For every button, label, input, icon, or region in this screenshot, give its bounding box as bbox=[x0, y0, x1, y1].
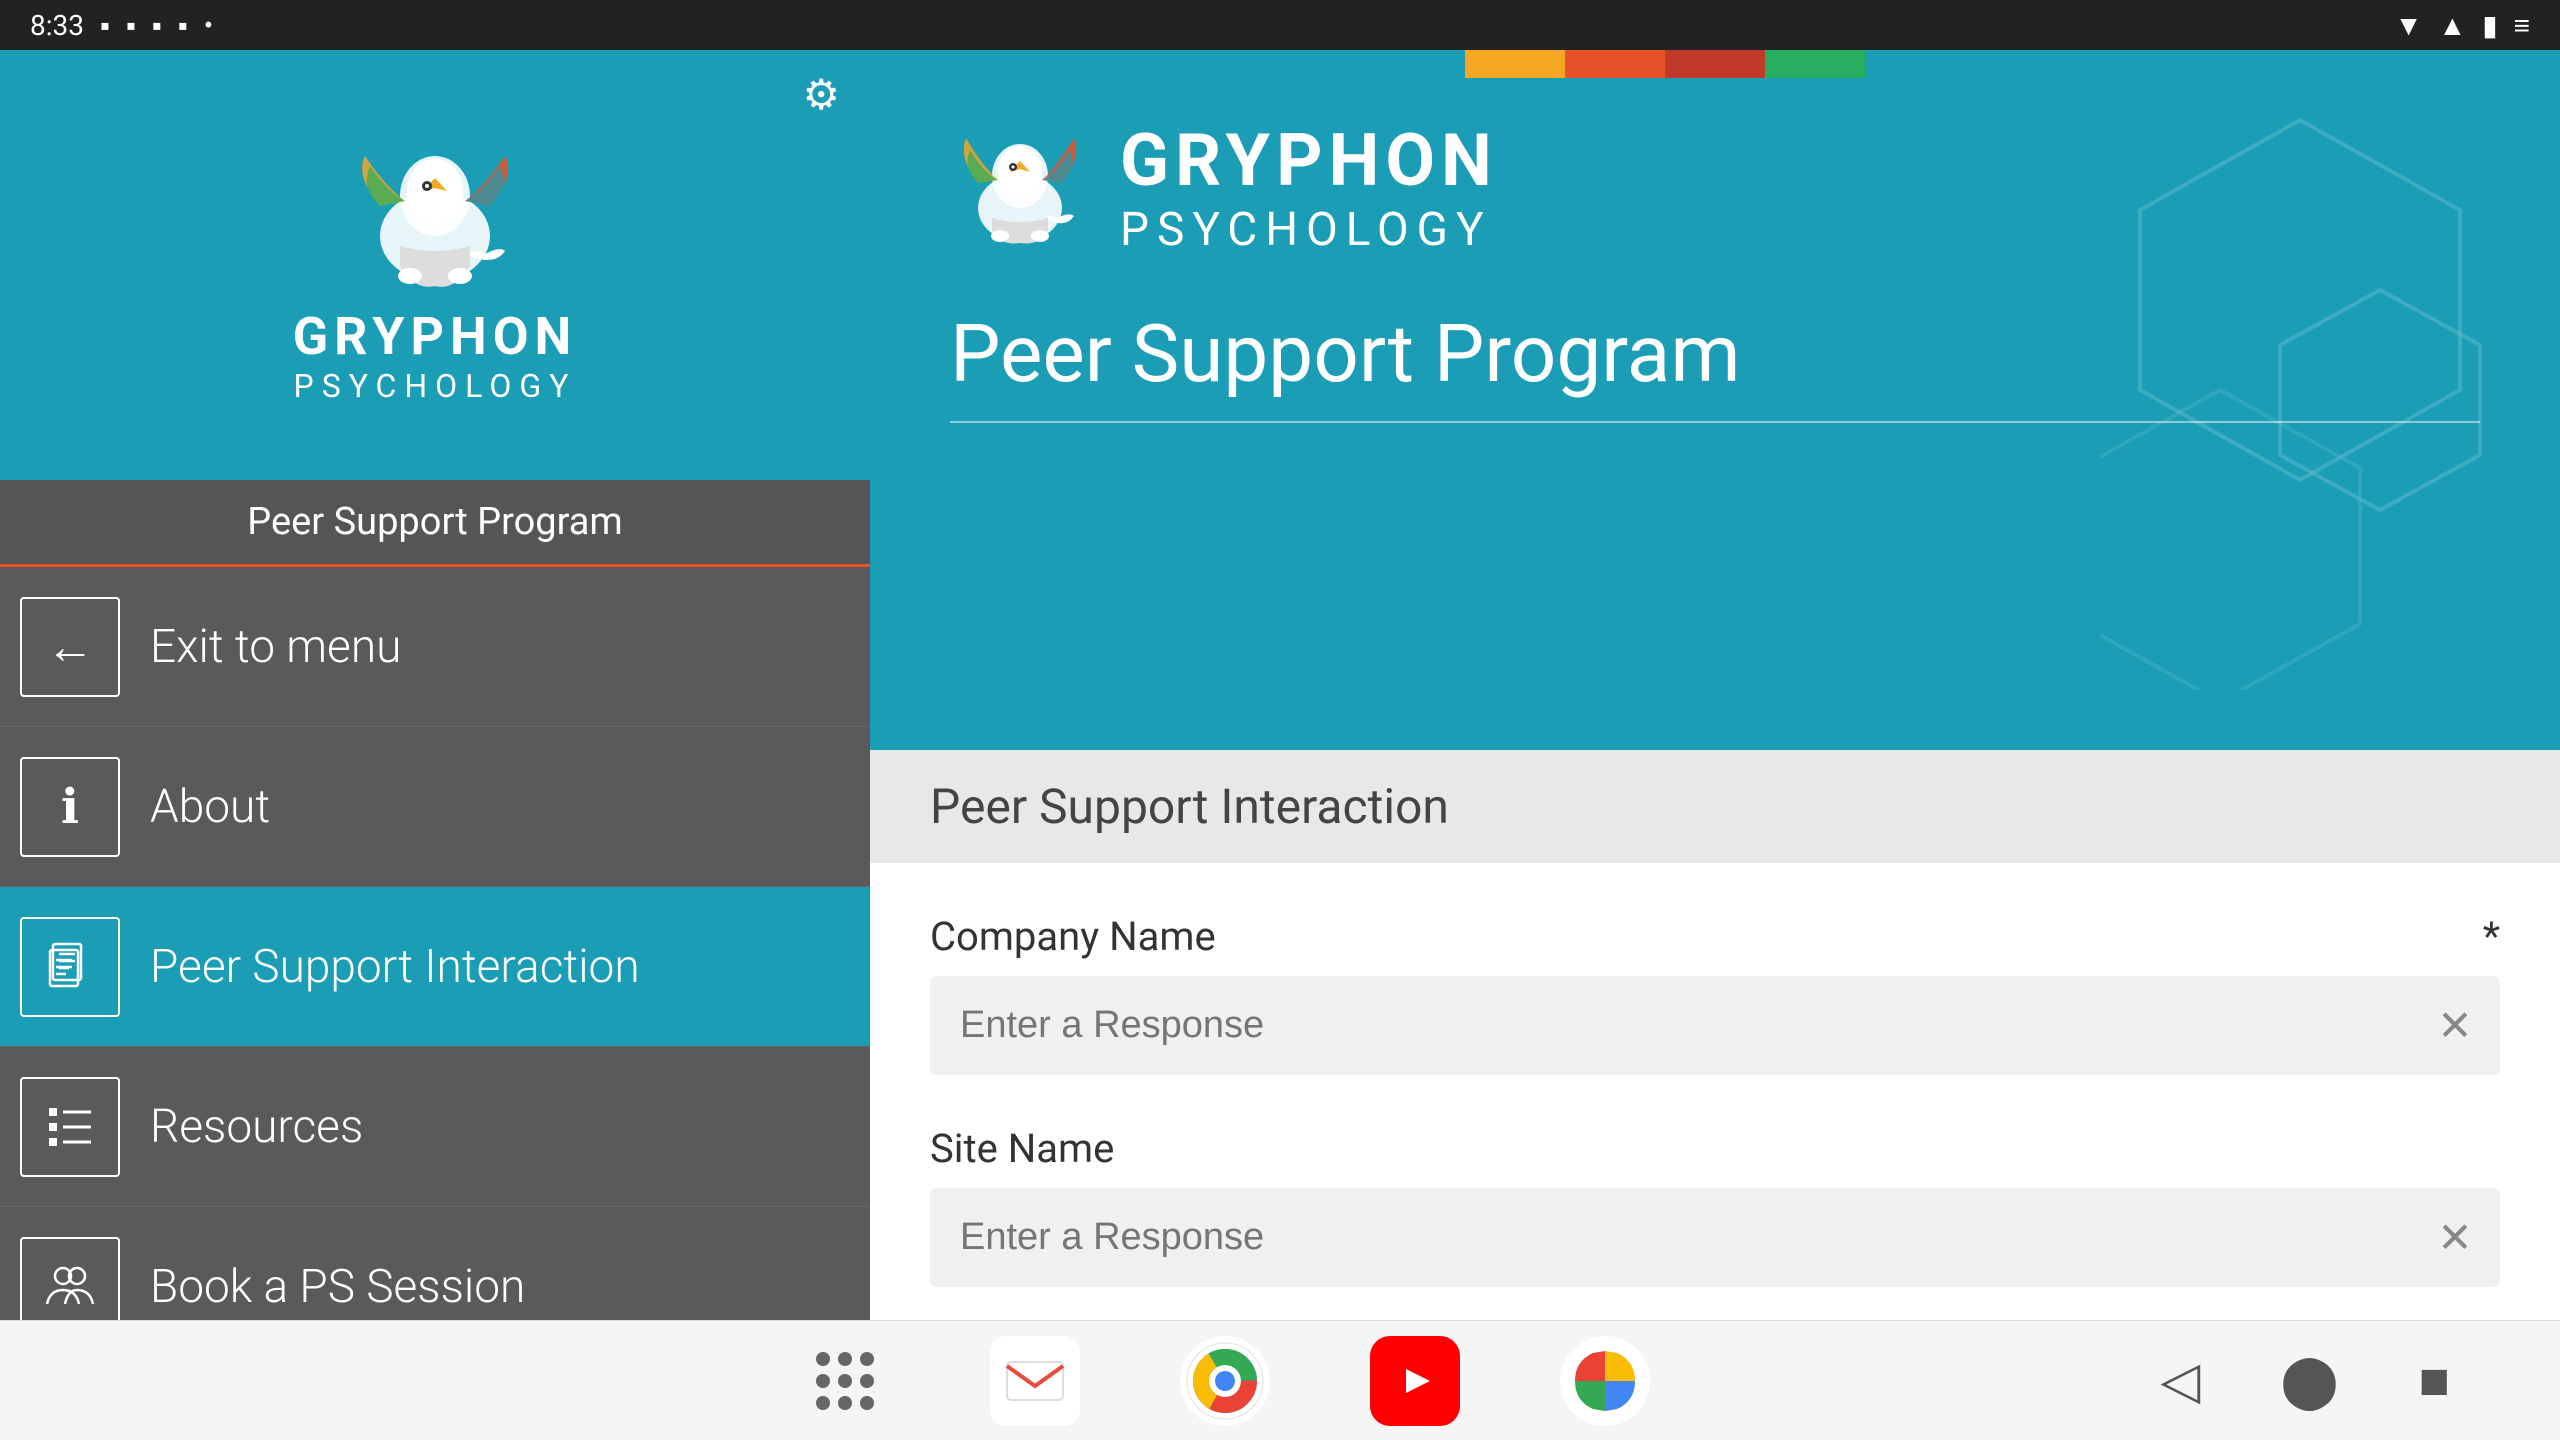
about-label: About bbox=[150, 780, 270, 834]
photos-button[interactable] bbox=[1560, 1336, 1650, 1426]
psychology-text: PSYCHOLOGY bbox=[293, 367, 578, 405]
header-logo-text: GRYPHON PSYCHOLOGY bbox=[1120, 118, 1498, 257]
app-container: ⚙ bbox=[0, 50, 2560, 1440]
site-name-input[interactable] bbox=[930, 1188, 2420, 1287]
home-button[interactable]: ⬤ bbox=[2270, 1340, 2348, 1421]
site-name-group: Site Name ✕ bbox=[930, 1125, 2500, 1287]
sidebar-item-about[interactable]: ℹ About bbox=[0, 727, 870, 887]
signal-icon: ▲ bbox=[2439, 9, 2467, 42]
status-bar-left: 8:33 ▪ ▪ ▪ ▪ • bbox=[30, 9, 213, 42]
sidebar-logo-text: GRYPHON PSYCHOLOGY bbox=[293, 306, 578, 405]
color-seg-5 bbox=[1865, 50, 1965, 78]
dot-icon: • bbox=[204, 9, 213, 42]
apps-button[interactable] bbox=[800, 1336, 890, 1426]
recents-button[interactable]: ■ bbox=[2409, 1340, 2460, 1421]
status-bar: 8:33 ▪ ▪ ▪ ▪ • ▼ ▲ ▮ ≡ bbox=[0, 0, 2560, 50]
site-name-label: Site Name bbox=[930, 1125, 2500, 1172]
wifi-icon: ▼ bbox=[2395, 9, 2423, 42]
resources-label: Resources bbox=[150, 1100, 363, 1154]
bottom-nav: ◁ ⬤ ■ bbox=[0, 1320, 2560, 1440]
bottom-nav-right: ◁ ⬤ ■ bbox=[2150, 1340, 2460, 1421]
sidebar-item-peer-support[interactable]: Peer Support Interaction bbox=[0, 887, 870, 1047]
site-name-input-wrapper: ✕ bbox=[930, 1188, 2500, 1287]
youtube-icon bbox=[1380, 1355, 1450, 1407]
back-button[interactable]: ◁ bbox=[2150, 1340, 2210, 1421]
company-name-group: Company Name * ✕ bbox=[930, 913, 2500, 1075]
sidebar-program-title: Peer Support Program bbox=[0, 480, 870, 567]
exit-icon: ← bbox=[20, 597, 120, 697]
company-name-input-wrapper: ✕ bbox=[930, 976, 2500, 1075]
document-icon bbox=[20, 917, 120, 1017]
sidebar-item-resources[interactable]: Resources bbox=[0, 1047, 870, 1207]
notification-icon-2: ▪ bbox=[126, 9, 136, 42]
menu-icon: ≡ bbox=[2514, 9, 2530, 42]
sidebar-header: ⚙ bbox=[0, 50, 870, 480]
bottom-nav-center bbox=[800, 1336, 1650, 1426]
company-name-label: Company Name * bbox=[930, 913, 2500, 960]
notification-icon-3: ▪ bbox=[152, 9, 162, 42]
photos-icon bbox=[1565, 1341, 1645, 1421]
document-svg bbox=[45, 942, 95, 992]
exit-label: Exit to menu bbox=[150, 620, 401, 674]
griffin-logo-icon bbox=[345, 136, 525, 296]
hex-decor-icon bbox=[2100, 90, 2500, 690]
header-psychology-text: PSYCHOLOGY bbox=[1120, 203, 1498, 257]
company-name-clear-button[interactable]: ✕ bbox=[2420, 991, 2490, 1061]
battery-icon: ▮ bbox=[2482, 9, 2497, 42]
chrome-button[interactable] bbox=[1180, 1336, 1270, 1426]
apps-grid-icon bbox=[798, 1334, 892, 1428]
book-label: Book a PS Session bbox=[150, 1260, 525, 1314]
company-name-input[interactable] bbox=[930, 976, 2420, 1075]
header-griffin-icon bbox=[950, 128, 1090, 248]
company-name-required: * bbox=[2483, 913, 2500, 960]
color-seg-1 bbox=[1465, 50, 1565, 78]
settings-icon[interactable]: ⚙ bbox=[802, 70, 840, 120]
form-section-header: Peer Support Interaction bbox=[870, 750, 2560, 863]
notification-icon-4: ▪ bbox=[178, 9, 188, 42]
main-content: GRYPHON PSYCHOLOGY Peer Support Program … bbox=[870, 50, 2560, 1440]
youtube-button[interactable] bbox=[1370, 1336, 1460, 1426]
color-seg-2 bbox=[1565, 50, 1665, 78]
list-svg bbox=[45, 1102, 95, 1152]
sidebar: ⚙ bbox=[0, 50, 870, 1440]
site-name-clear-button[interactable]: ✕ bbox=[2420, 1203, 2490, 1273]
status-bar-right: ▼ ▲ ▮ ≡ bbox=[2395, 9, 2530, 42]
chrome-icon bbox=[1185, 1341, 1265, 1421]
notification-icon-1: ▪ bbox=[100, 9, 110, 42]
header-gryphon-text: GRYPHON bbox=[1120, 118, 1498, 203]
gmail-button[interactable] bbox=[990, 1336, 1080, 1426]
resources-icon bbox=[20, 1077, 120, 1177]
color-seg-3 bbox=[1665, 50, 1765, 78]
sidebar-item-exit[interactable]: ← Exit to menu bbox=[0, 567, 870, 727]
sidebar-logo: GRYPHON PSYCHOLOGY bbox=[293, 136, 578, 405]
gryphon-text: GRYPHON bbox=[293, 306, 578, 367]
color-bar bbox=[1465, 50, 1965, 78]
info-icon: ℹ bbox=[20, 757, 120, 857]
peer-support-label: Peer Support Interaction bbox=[150, 940, 640, 994]
color-seg-4 bbox=[1765, 50, 1865, 78]
gmail-icon bbox=[1005, 1356, 1065, 1406]
header-card: GRYPHON PSYCHOLOGY Peer Support Program bbox=[870, 50, 2560, 750]
time-display: 8:33 bbox=[30, 9, 84, 42]
people-svg bbox=[45, 1262, 95, 1312]
